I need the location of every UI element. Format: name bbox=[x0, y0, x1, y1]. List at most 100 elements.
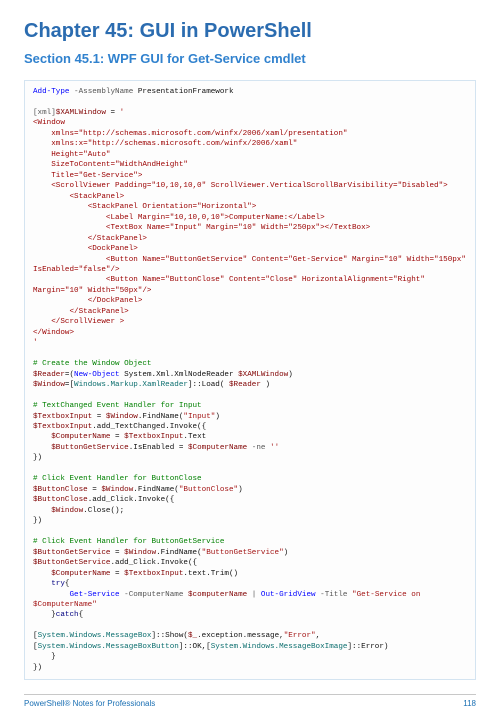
code-token: -AssemblyName bbox=[69, 88, 133, 96]
code-token: <TextBox Name="Input" Margin="10" Width=… bbox=[33, 224, 370, 232]
code-token: Windows.Markup.XamlReader bbox=[74, 381, 188, 389]
code-token: .add_TextChanged.Invoke({ bbox=[92, 423, 206, 431]
code-token: xmlns:x="http://schemas.microsoft.com/wi… bbox=[33, 140, 297, 148]
code-token: =( bbox=[65, 371, 74, 379]
code-token: .FindName( bbox=[156, 549, 202, 557]
code-token: </DockPanel> bbox=[33, 297, 142, 305]
code-token: = bbox=[110, 570, 124, 578]
code-token: System.Windows.MessageBoxButton bbox=[38, 643, 179, 651]
code-token: ' bbox=[33, 339, 38, 347]
code-token: ) bbox=[215, 413, 220, 421]
code-token: $TextboxInput bbox=[124, 433, 183, 441]
code-token: } bbox=[33, 653, 56, 661]
page-footer: PowerShell® Notes for Professionals 118 bbox=[24, 694, 476, 708]
code-token: ) bbox=[238, 486, 243, 494]
code-token: catch bbox=[56, 611, 79, 619]
code-token: </StackPanel> bbox=[33, 308, 129, 316]
code-token: $XAMLWindow bbox=[56, 109, 106, 117]
code-token: ]::Error) bbox=[347, 643, 388, 651]
code-token: .Close(); bbox=[83, 507, 124, 515]
code-token: '' bbox=[270, 444, 279, 452]
code-token: SizeToContent="WidthAndHeight" bbox=[33, 161, 188, 169]
code-token: "ButtonClose" bbox=[179, 486, 238, 494]
code-token: { bbox=[65, 580, 70, 588]
code-token: </StackPanel> bbox=[33, 235, 147, 243]
code-token: Get-Service bbox=[33, 591, 120, 599]
code-token: .FindName( bbox=[138, 413, 184, 421]
code-token: ]::OK,[ bbox=[179, 643, 211, 651]
code-token: $Window bbox=[33, 507, 83, 515]
code-token: $Window bbox=[124, 549, 156, 557]
code-comment: # Click Event Handler for ButtonClose bbox=[33, 475, 202, 483]
code-token: = bbox=[92, 413, 106, 421]
code-token: }) bbox=[33, 517, 42, 525]
code-token: $XAMLWindow bbox=[238, 371, 288, 379]
code-token: Height="Auto" bbox=[33, 151, 110, 159]
code-token: $ButtonGetService bbox=[33, 559, 110, 567]
code-token: <ScrollViewer Padding="10,10,10,0" Scrol… bbox=[33, 182, 448, 190]
code-token: = bbox=[106, 109, 120, 117]
code-token: $Reader bbox=[33, 371, 65, 379]
code-token: $TextboxInput bbox=[33, 423, 92, 431]
code-token: = bbox=[110, 433, 124, 441]
code-token: <Button Name="ButtonGetService" Content=… bbox=[33, 256, 471, 274]
code-token: xmlns="http://schemas.microsoft.com/winf… bbox=[33, 130, 347, 138]
code-token: $TextboxInput bbox=[33, 413, 92, 421]
code-token: "ButtonGetService" bbox=[202, 549, 284, 557]
code-token: { bbox=[79, 611, 84, 619]
code-token: }) bbox=[33, 664, 42, 672]
code-token: "Error" bbox=[284, 632, 316, 640]
code-token: $ButtonGetService bbox=[33, 549, 110, 557]
code-token: .IsEnabled = bbox=[129, 444, 188, 452]
code-token: -ComputerName bbox=[120, 591, 188, 599]
code-comment: # Create the Window Object bbox=[33, 360, 151, 368]
code-token: Add-Type bbox=[33, 88, 69, 96]
code-comment: # TextChanged Event Handler for Input bbox=[33, 402, 202, 410]
code-token: <StackPanel> bbox=[33, 193, 124, 201]
code-token: <StackPanel Orientation="Horizontal"> bbox=[33, 203, 256, 211]
code-token: = bbox=[110, 549, 124, 557]
code-token: <DockPanel> bbox=[33, 245, 138, 253]
chapter-title: Chapter 45: GUI in PowerShell bbox=[24, 20, 476, 43]
code-token: <Window bbox=[33, 119, 65, 127]
code-token: System.Xml.XmlNodeReader bbox=[120, 371, 238, 379]
code-token: Out-GridView bbox=[261, 591, 316, 599]
code-token: "Input" bbox=[183, 413, 215, 421]
code-token: PresentationFramework bbox=[133, 88, 233, 96]
code-token: Title="Get-Service"> bbox=[33, 172, 142, 180]
code-token: $ButtonClose bbox=[33, 496, 88, 504]
code-token: $ButtonGetService bbox=[33, 444, 129, 452]
code-token: [xml] bbox=[33, 109, 56, 117]
code-token: </ScrollViewer > bbox=[33, 318, 124, 326]
code-token: ]::Load( bbox=[188, 381, 229, 389]
code-token: .FindName( bbox=[133, 486, 179, 494]
code-token: $Reader bbox=[229, 381, 261, 389]
code-token: }) bbox=[33, 454, 42, 462]
code-token: ) bbox=[284, 549, 289, 557]
code-token: .text.Trim() bbox=[183, 570, 238, 578]
code-token: | bbox=[247, 591, 261, 599]
code-token: New-Object bbox=[74, 371, 120, 379]
code-block: Add-Type -AssemblyName PresentationFrame… bbox=[24, 80, 476, 680]
code-token: <Button Name="ButtonClose" Content="Clos… bbox=[33, 276, 429, 294]
code-token: </Window> bbox=[33, 329, 74, 337]
code-token: -Title bbox=[316, 591, 352, 599]
code-token: ' bbox=[120, 109, 125, 117]
code-token: System.Windows.MessageBoxImage bbox=[211, 643, 348, 651]
code-token: } bbox=[33, 611, 56, 619]
code-token: $Window bbox=[101, 486, 133, 494]
code-token: $ComputerName bbox=[33, 433, 110, 441]
code-token: ]::Show( bbox=[152, 632, 188, 640]
code-token: $Window bbox=[33, 381, 65, 389]
code-token: .add_Click.Invoke({ bbox=[88, 496, 175, 504]
code-token: =[ bbox=[65, 381, 74, 389]
code-comment: # Click Event Handler for ButtonGetServi… bbox=[33, 538, 224, 546]
code-token: .add_Click.Invoke({ bbox=[110, 559, 197, 567]
code-token: ) bbox=[261, 381, 270, 389]
code-token: $ComputerName bbox=[188, 444, 247, 452]
code-token: $Window bbox=[106, 413, 138, 421]
code-token: $TextboxInput bbox=[124, 570, 183, 578]
code-token: $ComputerName bbox=[33, 570, 110, 578]
code-token: try bbox=[33, 580, 65, 588]
section-title: Section 45.1: WPF GUI for Get-Service cm… bbox=[24, 51, 476, 66]
